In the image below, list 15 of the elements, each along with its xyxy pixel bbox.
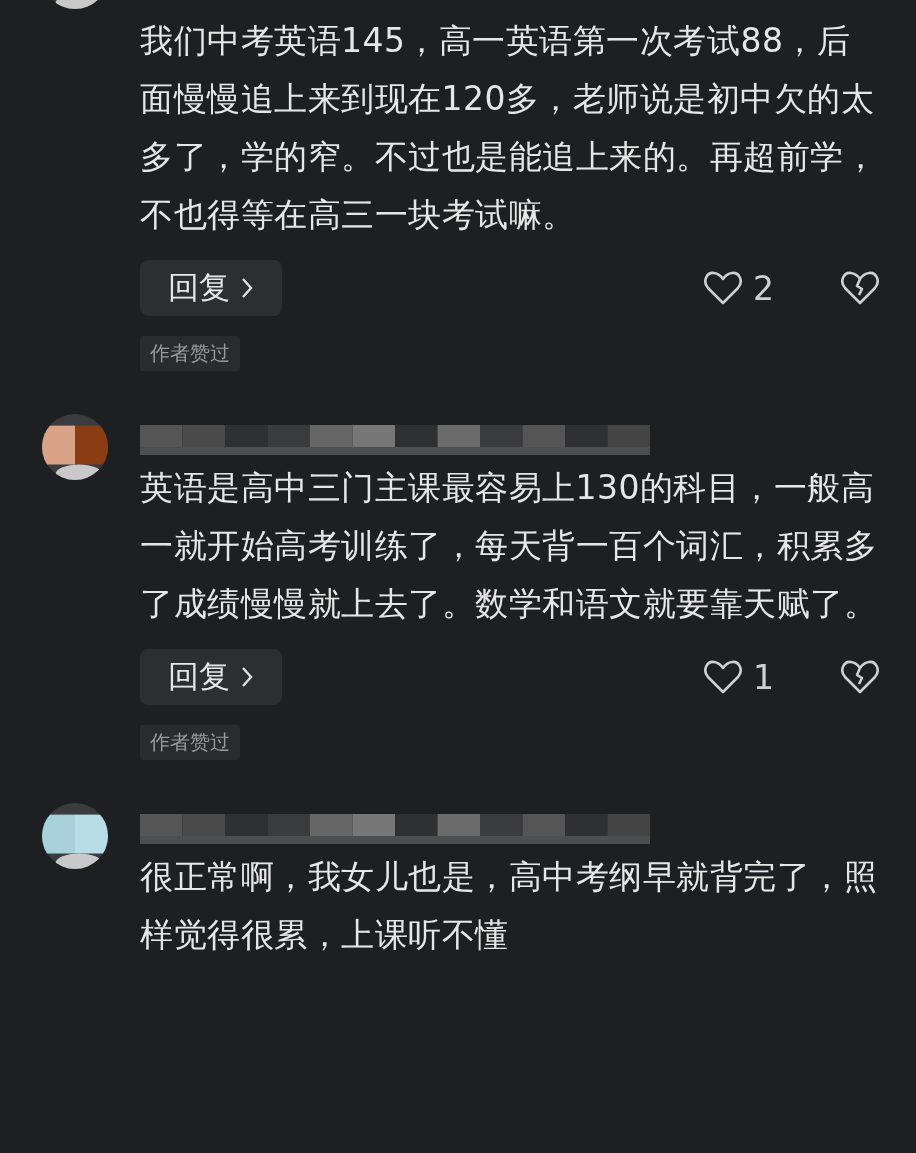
- chevron-right-icon: [240, 665, 254, 689]
- reply-button[interactable]: 回复: [140, 649, 282, 705]
- broken-heart-icon[interactable]: [840, 659, 880, 695]
- comment-text: 英语是高中三门主课最容易上130的科目，一般高一就开始高考训练了，每天背一百个词汇，积累多了成绩慢慢就上去了。数学和语文就要靠天赋了。: [140, 467, 878, 625]
- like-count: 2: [753, 268, 774, 308]
- broken-heart-icon[interactable]: [840, 270, 880, 306]
- comment-text: 很正常啊，我女儿也是，高中考纲早就背完了，照样觉得很累，上课听不懂: [140, 856, 878, 956]
- author-liked-badge: 作者赞过: [140, 336, 240, 371]
- comment-text: 我们中考英语145，高一英语第一次考试88，后面慢慢追上来到现在120多，老师说是初中欠的太多了，学的窄。不过也是能追上来的。再超前学，不也得等在高三一块考试嘛。: [140, 20, 878, 236]
- heart-icon[interactable]: [703, 270, 743, 306]
- chevron-right-icon: [240, 276, 254, 300]
- like-count: 1: [753, 657, 774, 697]
- reply-button[interactable]: 回复: [140, 260, 282, 316]
- author-liked-badge: 作者赞过: [140, 725, 240, 760]
- heart-icon[interactable]: [703, 659, 743, 695]
